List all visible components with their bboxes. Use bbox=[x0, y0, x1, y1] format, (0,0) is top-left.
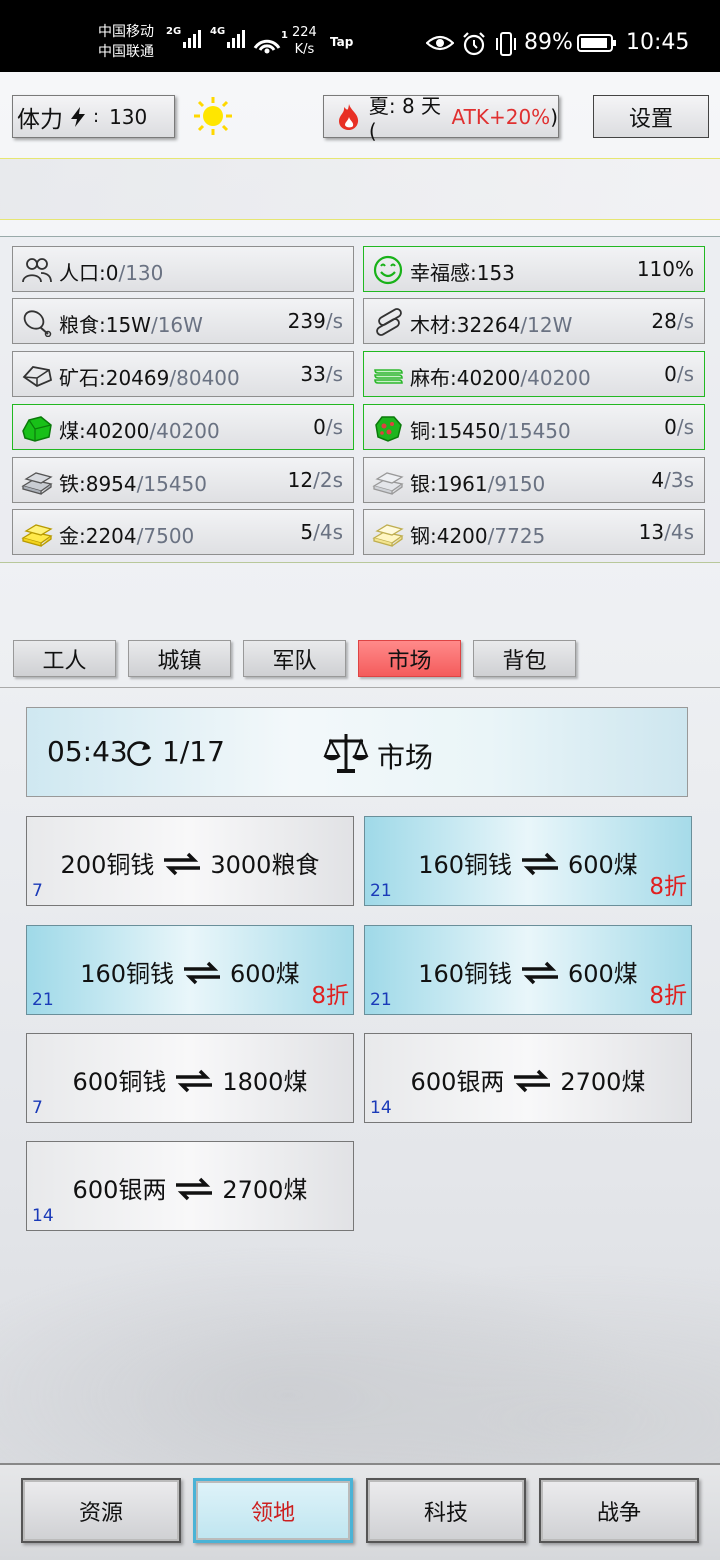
market-header: 05:43 1/17 市场 bbox=[26, 707, 688, 797]
exchange-icon bbox=[522, 852, 558, 876]
steel-icon bbox=[372, 524, 404, 547]
tab-backpack[interactable]: 背包 bbox=[473, 640, 576, 677]
exchange-icon bbox=[176, 1177, 213, 1201]
stamina-panel: 体力 : 130 bbox=[12, 95, 175, 138]
resource-happiness: 幸福感:153 110% bbox=[363, 246, 705, 292]
linen-icon bbox=[374, 369, 403, 384]
battery-icon bbox=[577, 34, 616, 52]
resource-iron: 铁:8954/15450 12/2s bbox=[12, 457, 354, 503]
copper-icon bbox=[375, 416, 402, 442]
ore-icon bbox=[22, 366, 53, 388]
offer-quantity: 21 bbox=[370, 881, 392, 901]
stamina-value: 130 bbox=[109, 104, 148, 129]
signal-type-1: 2G bbox=[166, 26, 182, 37]
exchange-icon bbox=[514, 1069, 551, 1093]
fire-icon bbox=[339, 103, 359, 130]
resource-coal: 煤:40200/40200 0/s bbox=[12, 404, 354, 450]
resource-gold: 金:2204/7500 5/4s bbox=[12, 509, 354, 555]
market-refresh-timer: 05:43 bbox=[47, 735, 128, 768]
sun-icon bbox=[194, 97, 232, 135]
tap-indicator: Tap bbox=[330, 35, 354, 49]
offer-discount: 8折 bbox=[649, 983, 687, 1009]
offer-quantity: 21 bbox=[370, 990, 392, 1010]
signal-bars-2-icon bbox=[227, 30, 245, 48]
market-offer[interactable]: 160铜钱 600煤 21 8折 bbox=[364, 925, 692, 1015]
offer-discount: 8折 bbox=[311, 983, 349, 1009]
offer-discount: 8折 bbox=[649, 874, 687, 900]
resource-ore: 矿石:20469/80400 33/s bbox=[12, 351, 354, 397]
lightning-icon bbox=[71, 106, 85, 127]
exchange-icon bbox=[184, 961, 220, 985]
exchange-icon bbox=[522, 961, 558, 985]
signal-bars-1-icon bbox=[183, 30, 201, 48]
nav-territory[interactable]: 领地 bbox=[193, 1478, 353, 1543]
market-offer[interactable]: 600银两 2700煤 14 bbox=[364, 1033, 692, 1123]
offer-quantity: 7 bbox=[32, 881, 43, 901]
nav-technology[interactable]: 科技 bbox=[366, 1478, 526, 1543]
offer-quantity: 14 bbox=[32, 1206, 54, 1226]
network-speed: 224 K/s bbox=[292, 25, 317, 57]
refresh-icon[interactable] bbox=[123, 738, 155, 768]
status-bar: 中国移动 中国联通 2G 4G 1 224 K/s Tap 89% 10:45 bbox=[0, 0, 720, 72]
smile-icon bbox=[373, 255, 403, 285]
market-offer[interactable]: 600银两 2700煤 14 bbox=[26, 1141, 354, 1231]
resource-copper: 铜:15450/15450 0/s bbox=[363, 404, 705, 450]
wood-icon bbox=[376, 308, 402, 336]
coal-icon bbox=[22, 416, 52, 442]
tab-workers[interactable]: 工人 bbox=[13, 640, 116, 677]
wifi-badge: 1 bbox=[281, 30, 288, 41]
wifi-icon bbox=[253, 39, 281, 54]
season-close: ) bbox=[550, 104, 558, 129]
offer-quantity: 14 bbox=[370, 1098, 392, 1118]
top-banner bbox=[0, 158, 720, 220]
offer-quantity: 7 bbox=[32, 1098, 43, 1118]
iron-icon bbox=[21, 472, 53, 495]
exchange-icon bbox=[164, 852, 201, 876]
resource-food: 粮食:15W/16W 239/s bbox=[12, 298, 354, 344]
resource-population: 人口:0/130 bbox=[12, 246, 354, 292]
tab-army[interactable]: 军队 bbox=[243, 640, 346, 677]
nav-war[interactable]: 战争 bbox=[539, 1478, 699, 1543]
market-refresh-count: 1/17 bbox=[162, 735, 225, 768]
market-title: 市场 bbox=[377, 741, 434, 774]
signal-type-2: 4G bbox=[210, 26, 226, 37]
settings-button[interactable]: 设置 bbox=[593, 95, 709, 138]
tab-market[interactable]: 市场 bbox=[358, 640, 461, 677]
people-icon bbox=[22, 258, 52, 283]
market-offer[interactable]: 600铜钱 1800煤 7 bbox=[26, 1033, 354, 1123]
food-icon bbox=[23, 310, 52, 337]
market-offer[interactable]: 200铜钱 3000粮食 7 bbox=[26, 816, 354, 906]
gold-icon bbox=[21, 524, 53, 547]
silver-icon bbox=[372, 472, 404, 495]
market-offer[interactable]: 160铜钱 600煤 21 8折 bbox=[364, 816, 692, 906]
resource-silver: 银:1961/9150 4/3s bbox=[363, 457, 705, 503]
resource-linen: 麻布:40200/40200 0/s bbox=[363, 351, 705, 397]
market-offer[interactable]: 160铜钱 600煤 21 8折 bbox=[26, 925, 354, 1015]
clock: 10:45 bbox=[626, 30, 690, 55]
carrier-text: 中国移动 中国联通 bbox=[98, 24, 154, 60]
alarm-icon bbox=[463, 32, 485, 56]
offer-quantity: 21 bbox=[32, 990, 54, 1010]
exchange-icon bbox=[176, 1069, 213, 1093]
season-text: 夏: 8 天 ( bbox=[368, 94, 442, 143]
eye-icon bbox=[426, 35, 454, 51]
vibrate-icon bbox=[496, 32, 516, 56]
tab-town[interactable]: 城镇 bbox=[128, 640, 231, 677]
stamina-label: 体力 bbox=[17, 106, 63, 133]
resource-steel: 钢:4200/7725 13/4s bbox=[363, 509, 705, 555]
season-panel: 夏: 8 天 ( ATK+20% ) bbox=[323, 94, 559, 143]
battery-percent: 89% bbox=[524, 30, 573, 55]
nav-resources[interactable]: 资源 bbox=[21, 1478, 181, 1543]
scale-icon bbox=[323, 734, 369, 773]
resource-wood: 木材:32264/12W 28/s bbox=[363, 298, 705, 344]
season-atk-bonus: ATK+20% bbox=[451, 104, 551, 129]
stamina-separator: : bbox=[93, 106, 100, 127]
